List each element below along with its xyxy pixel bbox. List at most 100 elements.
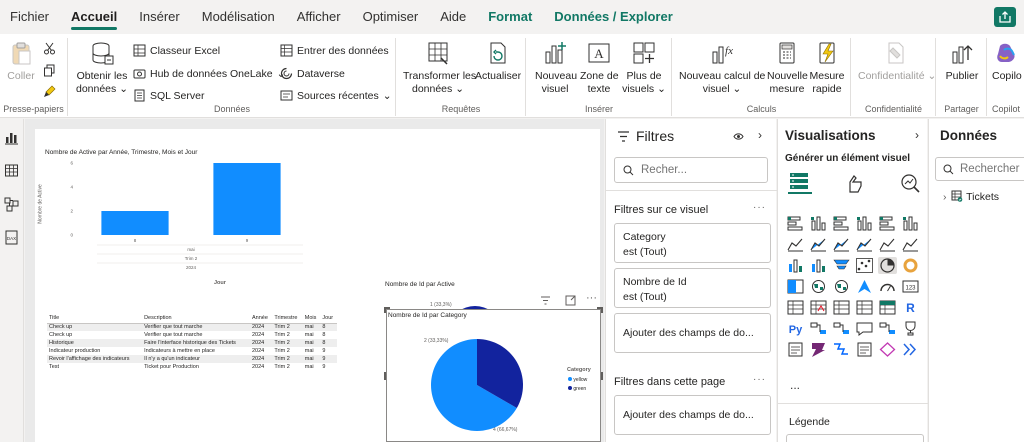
format-visual-icon[interactable] [845,172,867,194]
table-row[interactable]: Test Ticket pour Production 2024 Trim 2 … [47,363,337,371]
filter-card-category[interactable]: Category est (Tout) [614,223,771,263]
add-fields-page-dropzone[interactable]: Ajouter des champs de do... [614,395,771,435]
format-painter-icon[interactable] [43,85,56,98]
quick-measure-button[interactable]: Mesure rapide [809,40,845,96]
col-description[interactable]: Description [142,313,250,324]
resize-handle[interactable] [597,307,603,313]
dax-query-view-icon[interactable]: DAX [4,230,19,245]
r-visual-icon[interactable]: R [901,299,920,316]
table-row[interactable]: Historique Faire l'interface historique … [47,339,337,347]
power-automate-icon[interactable] [832,341,851,358]
add-fields-visual-dropzone[interactable]: Ajouter des champs de do... [614,313,771,353]
key-influencers-icon[interactable] [809,320,828,337]
stacked-column-100-icon[interactable] [901,215,920,232]
line-clustered-column-icon[interactable] [901,236,920,253]
menu-modelisation[interactable]: Modélisation [191,0,286,34]
menu-fichier[interactable]: Fichier [0,0,60,34]
stacked-column-icon[interactable] [809,215,828,232]
enter-data-button[interactable]: Entrer des données [280,44,389,57]
paginated-report-icon[interactable] [786,341,805,358]
bar-9[interactable] [213,163,281,235]
sensitivity-button[interactable]: Confidentialité ⌄ [858,40,936,83]
share-button[interactable] [994,7,1016,27]
stacked-bar-100-icon[interactable] [878,215,897,232]
line-chart-icon[interactable] [786,236,805,253]
power-apps-icon[interactable] [809,341,828,358]
sql-server-button[interactable]: SQL Server [133,89,204,102]
ribbon-chart-icon[interactable] [786,257,805,274]
stacked-bar-icon[interactable] [786,215,805,232]
diamond-icon[interactable] [878,341,897,358]
more-options-icon[interactable]: ··· [753,202,766,213]
filter-card-nombre-id[interactable]: Nombre de Id est (Tout) [614,268,771,308]
table-row[interactable]: Check up Verifier que tout marche 2024 T… [47,323,337,331]
gauge-icon[interactable] [878,278,897,295]
text-box-button[interactable]: A Zone de texte [580,40,619,96]
menu-afficher[interactable]: Afficher [286,0,352,34]
area-chart-icon[interactable] [809,236,828,253]
pie-chart-icon[interactable] [878,257,897,274]
table-view-icon[interactable] [4,163,19,178]
more-options-icon[interactable]: ··· [586,292,597,304]
build-visual-tab[interactable] [788,170,812,194]
multi-row-card-icon[interactable] [786,299,805,316]
model-view-icon[interactable] [4,197,19,212]
azure-map-icon[interactable] [855,278,874,295]
copy-icon[interactable] [43,64,56,77]
report-page[interactable]: Nombre de Active par Année, Trimestre, M… [35,129,603,442]
dataverse-button[interactable]: Dataverse [280,67,345,80]
map-icon[interactable] [809,278,828,295]
filled-map-icon[interactable] [832,278,851,295]
table-item-tickets[interactable]: › Tickets [943,190,999,203]
paste-button[interactable]: Coller [6,40,36,83]
resize-handle[interactable] [601,372,603,380]
pie-visual-container[interactable]: Nombre de Id par Category 2 (33,33%) 4 (… [384,307,603,442]
refresh-button[interactable]: Actualiser [475,40,521,83]
table-row[interactable]: Revoir l'affichage des indicateurs Il n'… [47,355,337,363]
matrix-icon[interactable] [878,299,897,316]
filters-search-box[interactable] [614,157,768,183]
focus-mode-icon[interactable] [565,295,576,306]
pie-chart[interactable] [427,335,527,435]
decomposition-tree-icon[interactable] [832,320,851,337]
new-visual-button[interactable]: Nouveau visuel [535,40,577,96]
line-column-icon[interactable] [878,236,897,253]
publish-button[interactable]: Publier [943,40,981,83]
area-100-icon[interactable] [855,236,874,253]
kpi-icon[interactable] [809,299,828,316]
collapse-filters-icon[interactable]: › [758,128,762,142]
menu-format[interactable]: Format [477,0,543,34]
bar-8[interactable] [101,211,169,235]
menu-aide[interactable]: Aide [429,0,477,34]
get-data-button[interactable]: Obtenir les données ⌄ [75,40,129,96]
eye-icon[interactable] [733,131,744,142]
trophy-icon[interactable] [901,320,920,337]
col-title[interactable]: Title [47,313,143,324]
data-search-input[interactable] [960,161,1024,177]
treemap-icon[interactable] [786,278,805,295]
table-row[interactable]: Indicateur production Indicateurs à mett… [47,347,337,355]
pie-legend-item[interactable]: yellow [568,377,587,383]
narrative-icon[interactable] [878,320,897,337]
cut-icon[interactable] [43,42,56,55]
table-icon[interactable] [855,299,874,316]
col-annee[interactable]: Année [249,313,273,324]
col-jour[interactable]: Jour [320,313,337,324]
qa-icon[interactable] [855,320,874,337]
funnel-icon[interactable] [832,257,851,274]
new-measure-button[interactable]: Nouvelle mesure [767,40,808,96]
report-view-icon[interactable] [4,130,19,145]
table-row[interactable]: Check up Verifier que tout marche 2024 T… [47,331,337,339]
menu-accueil[interactable]: Accueil [60,0,128,34]
get-more-visuals-icon[interactable] [855,341,874,358]
slicer-icon[interactable] [832,299,851,316]
tickets-table[interactable]: Title Description Année Trimestre Mois J… [47,313,337,371]
resize-handle[interactable] [384,372,386,380]
menu-donnees-explorer[interactable]: Données / Explorer [543,0,683,34]
report-canvas[interactable]: Nombre de Active par Année, Trimestre, M… [25,119,604,442]
more-visuals-button[interactable]: Plus de visuels ⌄ [621,40,667,96]
excel-button[interactable]: Classeur Excel [133,44,220,57]
col-trimestre[interactable]: Trimestre [272,313,303,324]
menu-optimiser[interactable]: Optimiser [352,0,430,34]
legend-well[interactable] [786,434,924,442]
